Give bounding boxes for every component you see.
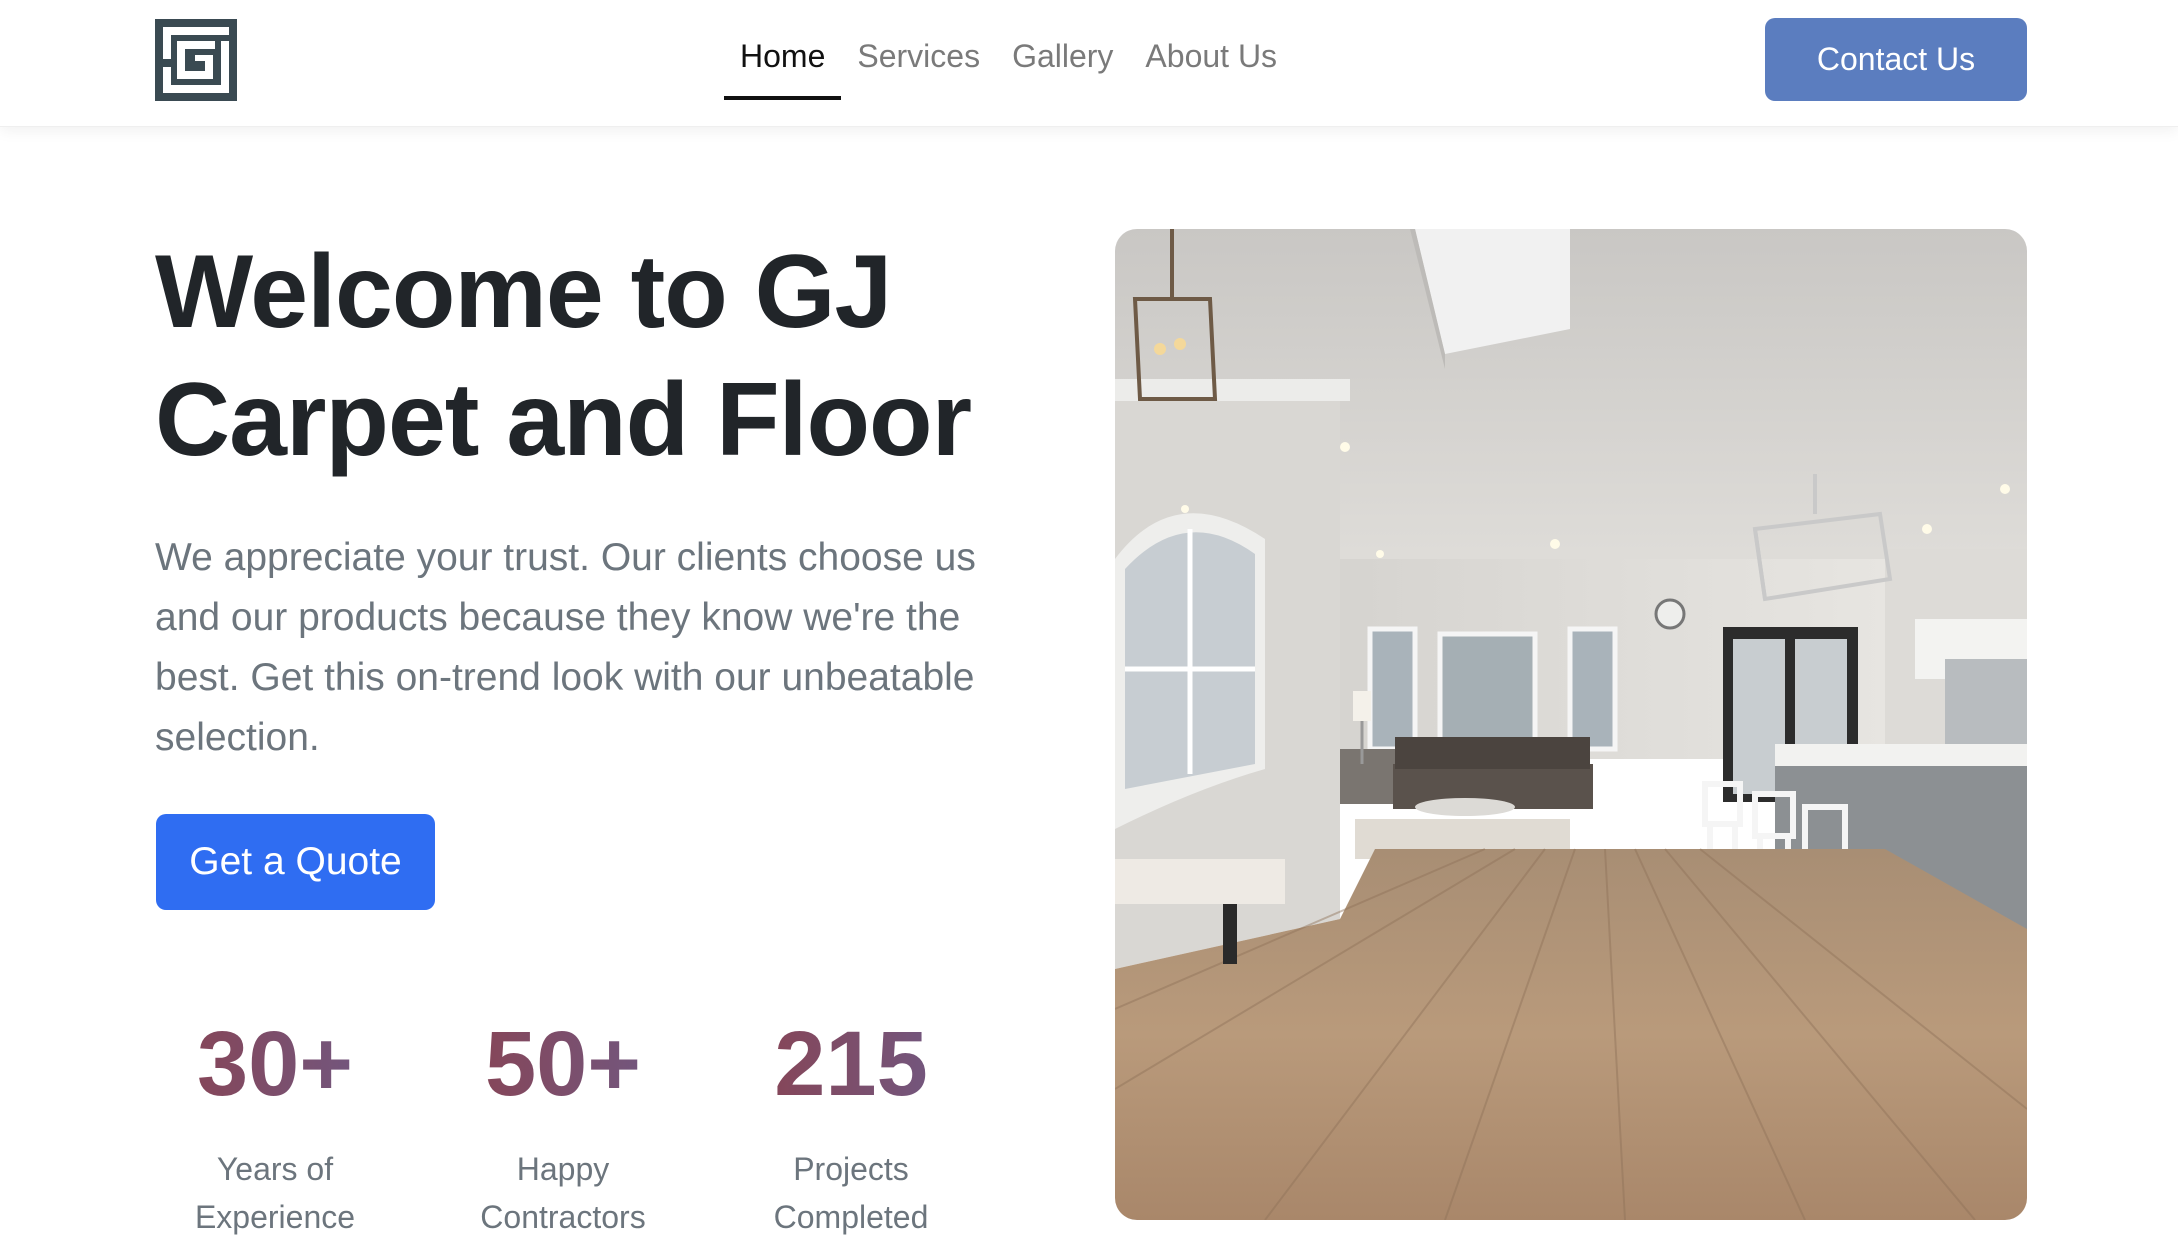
interior-illustration (1115, 229, 2027, 1220)
nav-gallery[interactable]: Gallery (996, 30, 1129, 100)
stat-years: 30+ Years of Experience (155, 1005, 395, 1241)
stat-number: 30+ (155, 1005, 395, 1123)
stat-label: Years of Experience (194, 1151, 356, 1235)
get-a-quote-button[interactable]: Get a Quote (156, 814, 435, 910)
stat-contractors: 50+ Happy Contractors (443, 1005, 683, 1241)
nav-home[interactable]: Home (724, 30, 842, 100)
hero-description: We appreciate your trust. Our clients ch… (155, 536, 976, 759)
stat-label: Projects Completed (773, 1151, 929, 1235)
main-nav: Home Services Gallery About Us (724, 30, 1293, 100)
nav-about-us[interactable]: About Us (1129, 30, 1293, 100)
stat-projects: 215 Projects Completed (731, 1005, 971, 1241)
stat-label: Happy Contractors (480, 1151, 646, 1235)
hero-title: Welcome to GJ Carpet and Floor (155, 234, 972, 478)
stat-number: 215 (731, 1005, 971, 1123)
gj-logo-icon[interactable] (155, 19, 237, 101)
hero-interior-image (1115, 229, 2027, 1220)
contact-us-button[interactable]: Contact Us (1765, 18, 2027, 101)
stat-number: 50+ (443, 1005, 683, 1123)
navbar: Home Services Gallery About Us Contact U… (0, 0, 2178, 127)
stats-section: 30+ Years of Experience 50+ Happy Contra… (155, 1005, 1020, 1235)
nav-services[interactable]: Services (841, 30, 996, 100)
